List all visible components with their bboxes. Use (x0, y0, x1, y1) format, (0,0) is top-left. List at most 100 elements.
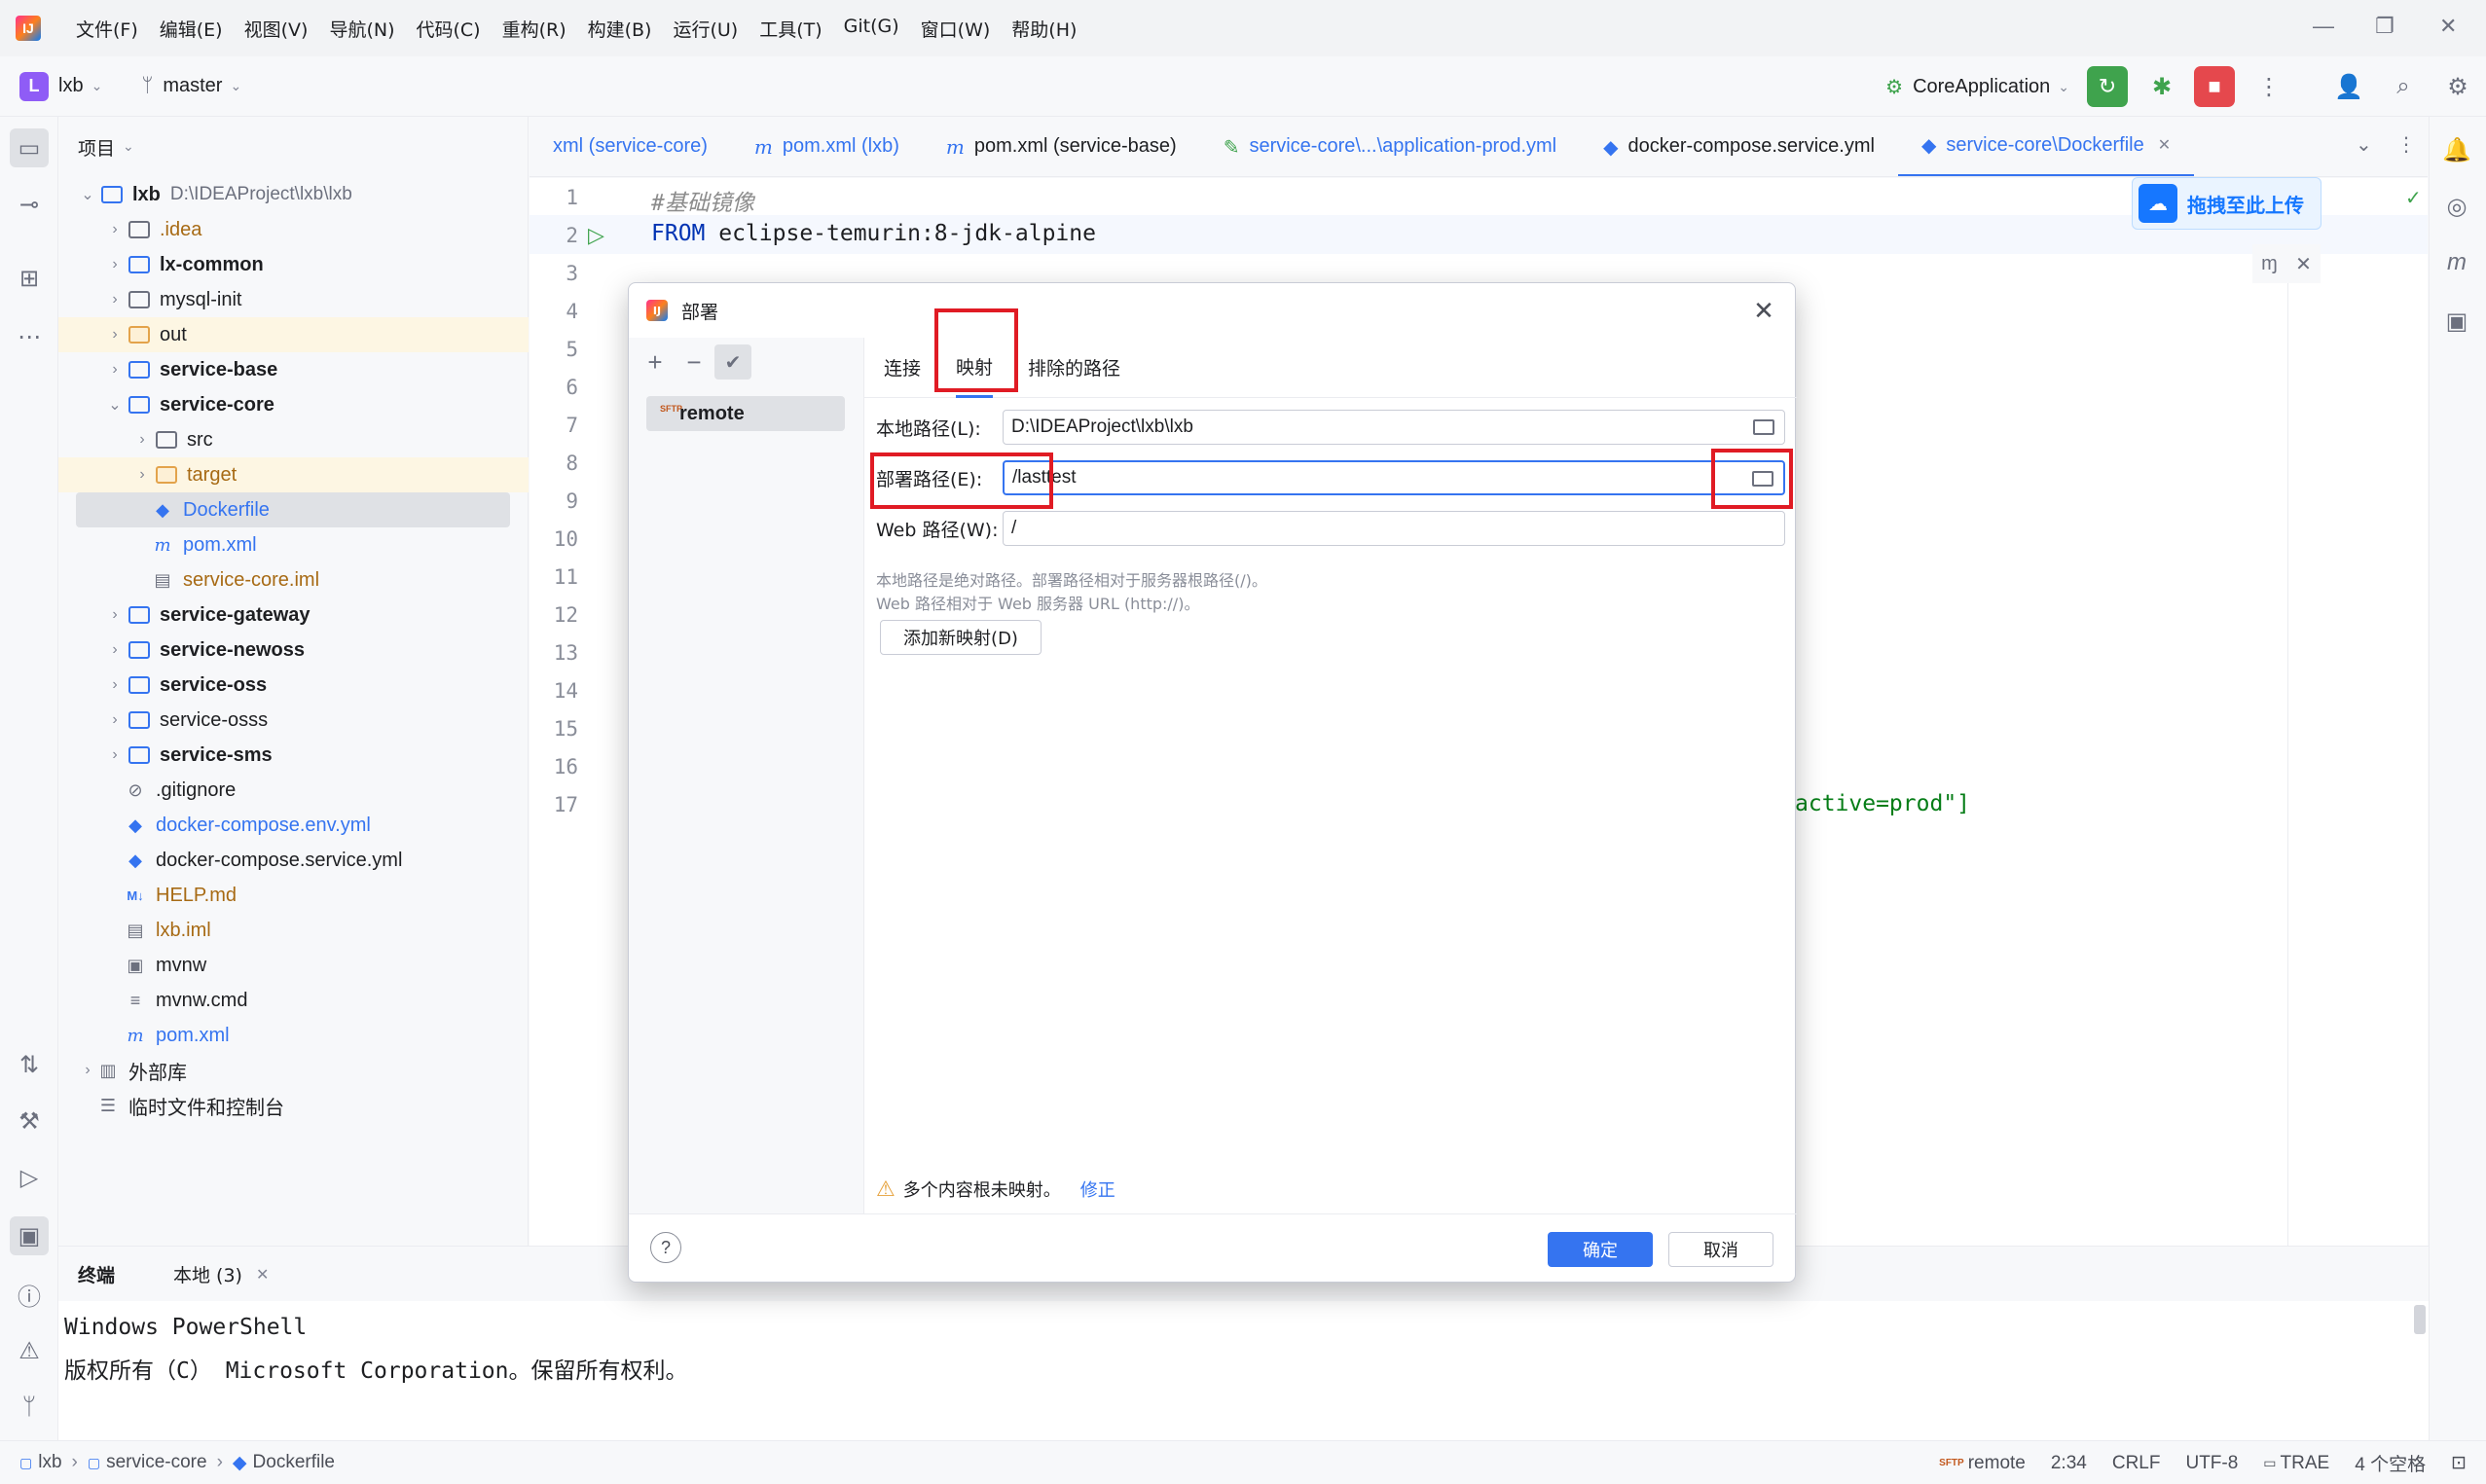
services-icon[interactable]: ▷ (10, 1158, 49, 1197)
menu-item[interactable]: 文件(F) (76, 16, 138, 42)
menu-item[interactable]: 导航(N) (329, 16, 394, 42)
ok-button[interactable]: 确定 (1548, 1232, 1653, 1267)
upload-button[interactable]: ☁ 拖拽至此上传 (2132, 177, 2321, 230)
run-gutter-icon[interactable]: ▷ (588, 223, 604, 248)
restore-icon[interactable]: ❐ (2375, 14, 2395, 39)
menu-item[interactable]: 帮助(H) (1011, 16, 1077, 42)
menu-item[interactable]: 工具(T) (759, 16, 822, 42)
breadcrumb-item[interactable]: lxb (38, 1452, 61, 1473)
tree-item[interactable]: › mysql-init (58, 282, 529, 317)
menu-item[interactable]: 编辑(E) (160, 16, 223, 42)
close-icon[interactable]: ✕ (1746, 293, 1781, 328)
more-tools-icon[interactable]: ⋯ (10, 317, 49, 356)
tree-item[interactable]: ▤ service-core.iml (58, 562, 529, 597)
chevron-right-icon[interactable]: › (105, 326, 125, 344)
chevron-right-icon[interactable]: › (105, 711, 125, 729)
commit-icon[interactable]: ⊸ (10, 185, 49, 224)
notifications-icon[interactable]: 🔔 (2437, 130, 2476, 169)
chevron-right-icon[interactable]: › (105, 221, 125, 238)
lock-icon[interactable]: ⊡ (2451, 1452, 2467, 1474)
structure-icon[interactable]: ⊞ (10, 259, 49, 298)
close-window-icon[interactable]: ✕ (2439, 14, 2457, 39)
local-path-input[interactable]: D:\IDEAProject\lxb\lxb (1003, 410, 1785, 445)
menu-item[interactable]: Git(G) (844, 16, 899, 42)
chevron-down-icon[interactable]: ⌄ (123, 139, 134, 155)
tree-item[interactable]: › service-gateway (58, 597, 529, 633)
tree-item[interactable]: › ▥ 外部库 (58, 1053, 529, 1088)
tree-item[interactable]: m pom.xml (58, 1018, 529, 1053)
tree-item[interactable]: ▣ mvnw (58, 948, 529, 983)
chevron-right-icon[interactable]: › (78, 1062, 97, 1079)
editor-tab[interactable]: xml (service-core) (530, 117, 731, 176)
menu-item[interactable]: 运行(U) (673, 16, 738, 42)
folder-icon[interactable] (1753, 419, 1774, 435)
tree-item[interactable]: › service-sms (58, 738, 529, 773)
check-icon[interactable]: ✔ (714, 344, 751, 380)
project-folder-icon[interactable]: ▭ (10, 128, 49, 167)
menu-item[interactable]: 视图(V) (244, 16, 309, 42)
chevron-down-icon[interactable]: ⌄ (230, 78, 241, 94)
editor-tab[interactable]: m pom.xml (lxb) (731, 117, 923, 176)
tree-item[interactable]: ◆ Dockerfile (76, 492, 510, 527)
status-server[interactable]: remote (1968, 1453, 2026, 1474)
deploy-path-input[interactable]: /lasttest (1003, 460, 1785, 495)
cancel-button[interactable]: 取消 (1668, 1232, 1773, 1267)
menu-item[interactable]: 窗口(W) (921, 16, 991, 42)
database-icon[interactable]: ◎ (2437, 187, 2476, 226)
transfer-icon[interactable]: ⇅ (10, 1045, 49, 1084)
build-icon[interactable]: ⚒ (10, 1102, 49, 1140)
warning-icon[interactable]: ⚠ (10, 1331, 49, 1370)
tree-item[interactable]: ◆ docker-compose.env.yml (58, 808, 529, 843)
editor-tab[interactable]: ◆ service-core\Dockerfile ✕ (1897, 117, 2195, 176)
add-mapping-button[interactable]: 添加新映射(D) (880, 620, 1042, 655)
menu-item[interactable]: 构建(B) (588, 16, 652, 42)
editor-tab[interactable]: ✎ service-core\...\application-prod.yml (1200, 117, 1580, 176)
remove-icon[interactable]: − (676, 344, 713, 380)
debug-icon[interactable]: ✱ (2141, 66, 2182, 107)
breadcrumb-item[interactable]: service-core (106, 1452, 206, 1473)
problems-icon[interactable]: ⓘ (10, 1275, 49, 1314)
chevron-down-icon[interactable]: ⌄ (2058, 79, 2069, 95)
stop-button[interactable]: ■ (2194, 66, 2235, 107)
project-badge[interactable]: L (19, 71, 49, 101)
close-icon[interactable]: ✕ (2295, 252, 2312, 276)
project-name[interactable]: lxb (58, 75, 84, 97)
close-tab-icon[interactable]: ✕ (256, 1265, 269, 1284)
help-icon[interactable]: ? (650, 1232, 681, 1263)
chevron-right-icon[interactable]: › (105, 606, 125, 624)
chevron-right-icon[interactable]: › (105, 641, 125, 659)
add-icon[interactable]: + (637, 344, 674, 380)
more-icon[interactable]: ⋮ (2248, 66, 2289, 107)
chevron-right-icon[interactable]: › (132, 466, 152, 484)
tabs-chevron-icon[interactable]: ⌄ (2356, 132, 2372, 157)
add-user-icon[interactable]: 👤 (2328, 66, 2369, 107)
status-position[interactable]: 2:34 (2051, 1453, 2087, 1474)
branch-name[interactable]: master (163, 75, 222, 97)
settings-icon[interactable]: ⚙ (2437, 66, 2478, 107)
tree-item[interactable]: › lx-common (58, 247, 529, 282)
tabs-more-icon[interactable]: ⋮ (2396, 132, 2416, 157)
run-config[interactable]: CoreApplication (1913, 76, 2050, 98)
tree-item[interactable]: › service-osss (58, 703, 529, 738)
ai-assistant-icon[interactable]: ▣ (2437, 302, 2476, 341)
tree-item[interactable]: ▤ lxb.iml (58, 913, 529, 948)
chevron-right-icon[interactable]: › (105, 361, 125, 379)
server-item-remote[interactable]: SFTP remote (646, 396, 845, 431)
chevron-right-icon[interactable]: › (105, 746, 125, 764)
status-plugin[interactable]: TRAE (2281, 1453, 2330, 1474)
tree-item[interactable]: › service-base (58, 352, 529, 387)
terminal-scrollbar[interactable] (2414, 1305, 2426, 1334)
minimize-icon[interactable]: — (2313, 14, 2334, 39)
chevron-down-icon[interactable]: ⌄ (91, 78, 103, 94)
menu-item[interactable]: 重构(R) (502, 16, 567, 42)
tree-item[interactable]: ◆ docker-compose.service.yml (58, 843, 529, 878)
tree-item[interactable]: m pom.xml (58, 527, 529, 562)
project-panel-title[interactable]: 项目 (78, 134, 115, 161)
tree-item[interactable]: › service-oss (58, 668, 529, 703)
tree-item[interactable]: › out (58, 317, 529, 352)
breadcrumb-item[interactable]: Dockerfile (253, 1452, 335, 1473)
chevron-down-icon[interactable]: ⌄ (105, 395, 125, 415)
tree-item[interactable]: ≡ mvnw.cmd (58, 983, 529, 1018)
status-line-separator[interactable]: CRLF (2112, 1453, 2161, 1474)
menu-item[interactable]: 代码(C) (416, 16, 480, 42)
